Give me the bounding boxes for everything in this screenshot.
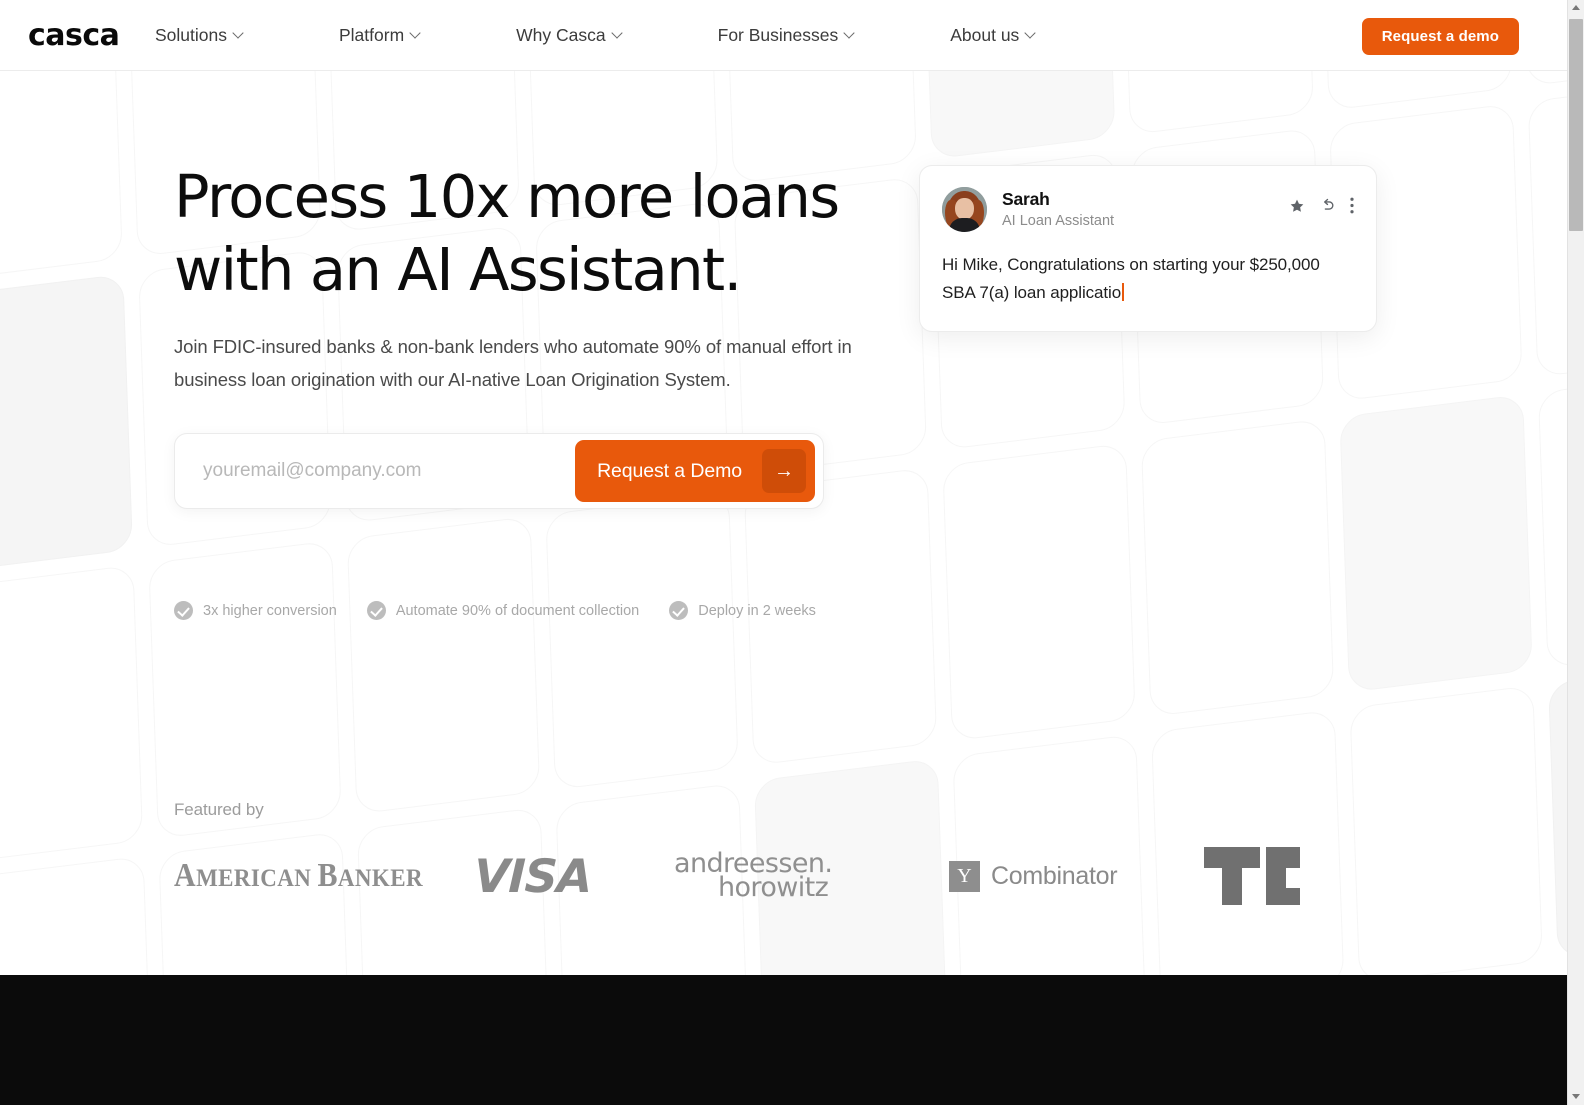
chat-action-icons [1289,197,1354,214]
feature-bullets: 3x higher conversion Automate 90% of doc… [174,601,816,620]
vertical-scrollbar[interactable] [1567,0,1584,1105]
chevron-down-icon [411,28,422,39]
email-field[interactable] [175,441,576,501]
chevron-down-icon [845,28,856,39]
feature-label: Automate 90% of document collection [395,602,640,619]
check-circle-icon [174,601,193,620]
featured-logo-row: American Banker VISA andreessen. horowit… [174,844,1424,908]
check-circle-icon [366,601,386,620]
chat-sender-name: Sarah [1002,188,1050,209]
star-icon[interactable] [1289,198,1305,214]
techcrunch-logo [1204,844,1300,908]
ai-assistant-chat-card: Sarah AI Loan Assistant Hi Mike, Congrat… [919,165,1377,332]
reply-icon[interactable] [1319,197,1336,214]
background-tile [1558,951,1567,975]
page-viewport: casca Solutions Platform Why Casca For B… [0,0,1567,1105]
hero-subheadline: Join FDIC-insured banks & non-bank lende… [174,336,852,390]
headline-line-2: with an AI Assistant. [174,235,742,304]
feature-item: Automate 90% of document collection [366,601,640,620]
featured-by-label: Featured by [174,800,264,819]
headline-line-1: Process 10x more loans [174,162,840,231]
next-section-dark-band [0,975,1567,1105]
nav-item-label: Solutions [155,25,227,45]
nav-item-solutions[interactable]: Solutions [155,22,269,48]
y-combinator-mark: Y [949,860,980,892]
scrollbar-down-arrow[interactable] [1568,1088,1584,1105]
nav-item-label: For Businesses [717,25,839,45]
request-demo-nav-button[interactable]: Request a demo [1361,18,1519,55]
submit-label: Request a Demo [597,459,742,482]
nav-item-for-businesses[interactable]: For Businesses [718,22,881,48]
arrow-right-icon: → [762,449,806,493]
primary-nav: Solutions Platform Why Casca For Busines… [155,22,1061,48]
hero-content: Process 10x more loans with an AI Assist… [0,0,1567,905]
avatar [942,186,987,232]
chevron-down-icon [613,28,624,39]
american-banker-logo: American Banker [174,856,423,894]
nav-item-platform[interactable]: Platform [339,22,446,48]
request-demo-submit-button[interactable]: Request a Demo → [575,440,815,502]
chat-message-text: Hi Mike, Congratulations on starting you… [942,255,1320,302]
page-title: Process 10x more loans with an AI Assist… [174,160,914,306]
feature-label: 3x higher conversion [203,602,337,619]
feature-item: 3x higher conversion [174,601,337,620]
scrollbar-up-arrow[interactable] [1568,0,1584,17]
chat-card-header: Sarah AI Loan Assistant [942,186,1354,232]
demo-signup-form: Request a Demo → [174,433,824,509]
y-combinator-logo: Y Combinator [949,844,1204,908]
kebab-menu-icon[interactable] [1350,197,1354,214]
andreessen-horowitz-logo: andreessen. horowitz [674,848,833,903]
feature-label: Deploy in 2 weeks [698,602,816,619]
nav-item-label: Platform [339,25,405,45]
check-circle-icon [669,601,689,620]
chat-message-body: Hi Mike, Congratulations on starting you… [942,251,1354,307]
feature-item: Deploy in 2 weeks [669,601,816,620]
chat-sender-role: AI Loan Assistant [1002,212,1115,229]
typing-caret [1122,283,1124,301]
featured-by-section: Featured by American Banker VISA andrees… [174,800,1424,908]
visa-logo: VISA [473,849,593,903]
chevron-down-icon [234,28,245,39]
nav-item-label: Why Casca [516,25,606,45]
nav-item-why-casca[interactable]: Why Casca [516,22,647,48]
top-navigation-bar: casca Solutions Platform Why Casca For B… [0,0,1567,71]
chevron-down-icon [1026,28,1037,39]
casca-logo[interactable]: casca [28,20,120,52]
browser-page: casca Solutions Platform Why Casca For B… [0,0,1584,1105]
nav-item-about-us[interactable]: About us [950,22,1061,48]
nav-item-label: About us [950,25,1020,45]
chat-identity: Sarah AI Loan Assistant [1002,188,1114,231]
scrollbar-thumb[interactable] [1569,19,1583,231]
